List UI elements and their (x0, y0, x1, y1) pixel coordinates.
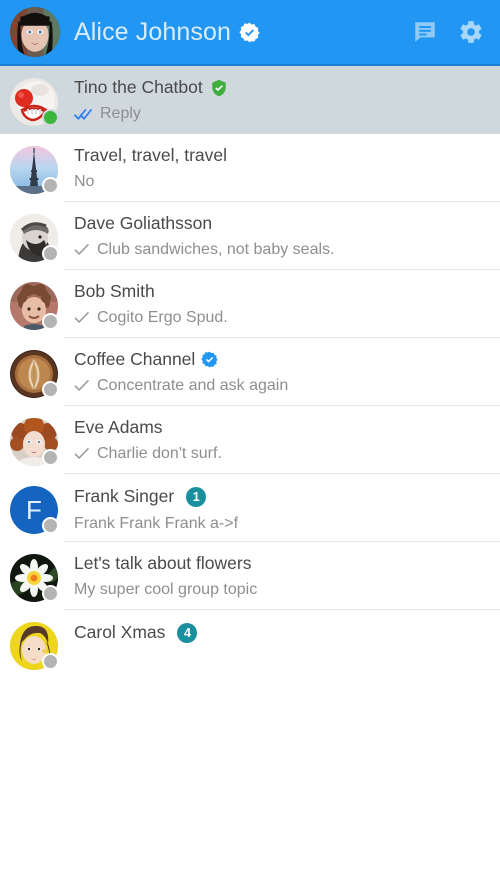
list-item-title-line: Coffee Channel (74, 351, 490, 369)
list-item-subtitle: Concentrate and ask again (97, 377, 289, 394)
new-chat-icon[interactable] (412, 19, 438, 45)
list-item-title: Tino the Chatbot (74, 79, 203, 97)
list-item-subtitle: Frank Frank Frank a->f (74, 516, 239, 532)
list-item-title: Coffee Channel (74, 351, 196, 369)
avatar[interactable] (10, 350, 59, 398)
list-item-subtitle: Cogito Ergo Spud. (97, 309, 228, 326)
verified-badge-icon (239, 22, 260, 42)
avatar[interactable] (10, 418, 59, 466)
list-item-title: Travel, travel, travel (74, 147, 228, 165)
status-dot (42, 109, 59, 126)
avatar[interactable] (10, 622, 59, 670)
single-check-icon (74, 379, 90, 392)
list-item-title: Eve Adams (74, 419, 163, 437)
list-item-body: Coffee Channel Concentrate and ask again (58, 350, 490, 394)
row-divider (64, 677, 500, 678)
unread-count-badge: 1 (186, 487, 207, 507)
list-item[interactable]: Bob Smith Cogito Ergo Spud. (0, 270, 500, 338)
shield-check-icon (212, 79, 226, 97)
list-item-title-line: Travel, travel, travel (74, 147, 490, 165)
list-item[interactable]: Dave Goliathsson Club sandwiches, not ba… (0, 202, 500, 270)
list-item-title-line: Frank Singer 1 (74, 487, 490, 507)
app-header: Alice Johnson (0, 0, 500, 66)
list-item-subtitle-line: Frank Frank Frank a->f (74, 516, 490, 532)
list-item-body: Eve Adams Charlie don't surf. (58, 418, 490, 462)
verified-badge-icon (201, 351, 219, 368)
list-item-subtitle: Club sandwiches, not baby seals. (97, 241, 335, 258)
status-dot (42, 653, 59, 670)
list-item-title: Carol Xmas (74, 624, 166, 642)
list-item-body: Tino the Chatbot Reply (58, 78, 490, 122)
list-item-subtitle-line: My super cool group topic (74, 582, 490, 598)
status-dot (42, 517, 59, 534)
list-item[interactable]: Tino the Chatbot Reply (0, 66, 500, 134)
list-item-subtitle-line: No (74, 174, 490, 190)
gear-icon[interactable] (458, 19, 484, 45)
avatar[interactable] (10, 78, 59, 126)
list-item-title-line: Bob Smith (74, 283, 490, 301)
avatar[interactable] (10, 7, 60, 57)
avatar[interactable] (10, 146, 59, 194)
list-item-body: Dave Goliathsson Club sandwiches, not ba… (58, 214, 490, 258)
list-item-title-line: Carol Xmas 4 (74, 623, 490, 643)
avatar[interactable] (10, 554, 59, 602)
avatar[interactable] (10, 214, 59, 262)
list-item-subtitle: Reply (100, 106, 141, 122)
single-check-icon (74, 447, 90, 460)
list-item[interactable]: F Frank Singer 1 Frank Frank Frank a->f (0, 474, 500, 542)
list-item-subtitle-line: Charlie don't surf. (74, 446, 490, 462)
list-item[interactable]: Coffee Channel Concentrate and ask again (0, 338, 500, 406)
status-dot (42, 313, 59, 330)
list-item[interactable]: Eve Adams Charlie don't surf. (0, 406, 500, 474)
avatar[interactable] (10, 282, 59, 330)
list-item[interactable]: Let's talk about flowers My super cool g… (0, 542, 500, 610)
page-title: Alice Johnson (74, 17, 231, 46)
status-dot (42, 245, 59, 262)
list-item-subtitle: No (74, 173, 95, 190)
unread-count-badge: 4 (177, 623, 198, 643)
status-dot (42, 585, 59, 602)
list-item-subtitle-line: Cogito Ergo Spud. (74, 310, 490, 326)
list-item[interactable]: Carol Xmas 4 (0, 610, 500, 678)
list-item-body: Carol Xmas 4 (58, 622, 490, 652)
list-item-subtitle-line: Club sandwiches, not baby seals. (74, 242, 490, 258)
header-actions (412, 19, 484, 45)
alice-johnson-avatar-image (10, 7, 60, 57)
single-check-icon (74, 311, 90, 324)
list-item-title: Let's talk about flowers (74, 555, 252, 573)
list-item-subtitle-line: Reply (74, 106, 490, 122)
status-dot (42, 449, 59, 466)
list-item[interactable]: Travel, travel, travel No (0, 134, 500, 202)
list-item-body: Let's talk about flowers My super cool g… (58, 554, 490, 598)
list-item-title-line: Dave Goliathsson (74, 215, 490, 233)
single-check-icon (74, 243, 90, 256)
list-item-title: Dave Goliathsson (74, 215, 213, 233)
double-check-icon (74, 108, 93, 121)
list-item-subtitle: Charlie don't surf. (97, 445, 222, 462)
chat-list: Tino the Chatbot Reply Travel, travel, t… (0, 66, 500, 889)
status-dot (42, 381, 59, 398)
header-title-wrap: Alice Johnson (74, 18, 412, 47)
list-item-title-line: Eve Adams (74, 419, 490, 437)
list-item-body: Bob Smith Cogito Ergo Spud. (58, 282, 490, 326)
list-item-body: Travel, travel, travel No (58, 146, 490, 190)
list-item-title-line: Tino the Chatbot (74, 79, 490, 97)
chat-app: Alice Johnson Tino the Chatbot Reply Tra… (0, 0, 500, 889)
avatar[interactable]: F (10, 486, 59, 534)
list-item-title: Bob Smith (74, 283, 155, 301)
list-item-body: Frank Singer 1 Frank Frank Frank a->f (58, 486, 490, 532)
list-item-title-line: Let's talk about flowers (74, 555, 490, 573)
status-dot (42, 177, 59, 194)
list-item-subtitle: My super cool group topic (74, 581, 258, 598)
list-item-title: Frank Singer (74, 488, 175, 506)
list-item-subtitle-line: Concentrate and ask again (74, 378, 490, 394)
